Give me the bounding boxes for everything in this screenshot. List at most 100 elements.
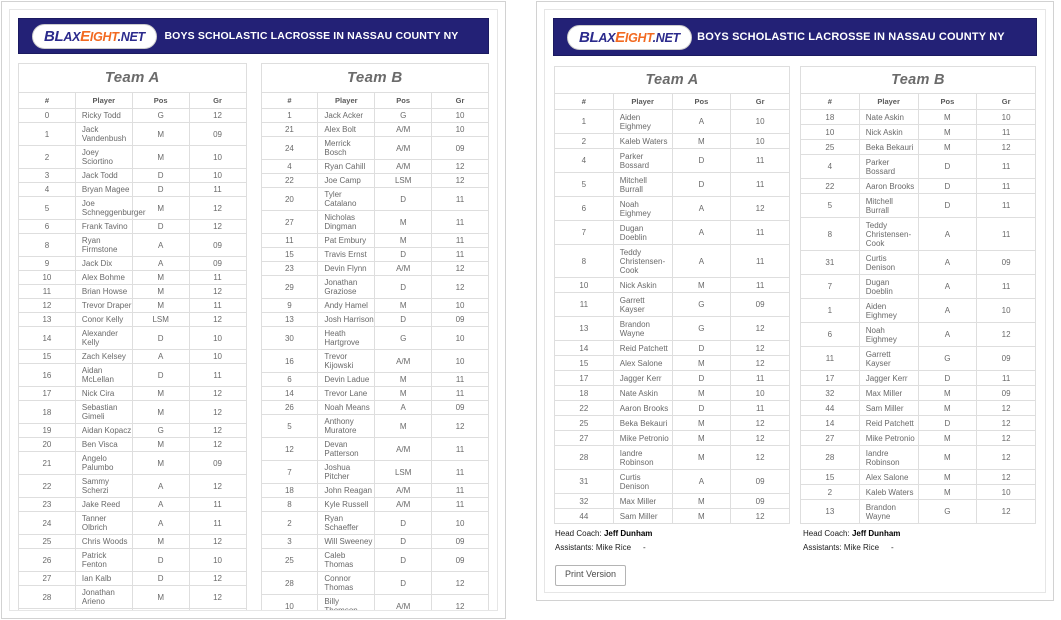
- table-row[interactable]: 27 Mike Petronio M 12: [554, 430, 790, 446]
- table-row[interactable]: 14 Alexander Kelly D 10: [18, 326, 247, 350]
- table-row[interactable]: 21 Angelo Palumbo M 09: [18, 451, 247, 475]
- table-row[interactable]: 28 Connor Thomas D 12: [260, 571, 489, 595]
- table-row[interactable]: 11 Garrett Kayser G 09: [800, 346, 1036, 371]
- table-row[interactable]: 24 Merrick Bosch A/M 09: [260, 136, 489, 160]
- table-row[interactable]: 5 Mitchell Burrall D 11: [554, 172, 790, 197]
- table-row[interactable]: 25 Beka Bekauri M 12: [800, 139, 1036, 155]
- table-row[interactable]: 25 Chris Woods M 12: [18, 534, 247, 549]
- table-row[interactable]: 10 Nick Askin M 11: [554, 277, 790, 293]
- table-row[interactable]: 29 Jonathan Graziose D 12: [260, 275, 489, 299]
- table-row[interactable]: 7 Joshua Pitcher LSM 11: [260, 460, 489, 484]
- table-row[interactable]: 25 Beka Bekauri M 12: [554, 415, 790, 431]
- col-number[interactable]: #: [800, 93, 860, 110]
- table-row[interactable]: 11 Garrett Kayser G 09: [554, 292, 790, 317]
- table-row[interactable]: 8 Teddy Christensen-Cook A 11: [800, 217, 1036, 251]
- table-row[interactable]: 1 Aiden Eighmey A 10: [554, 109, 790, 134]
- table-row[interactable]: 26 Noah Means A 09: [260, 400, 489, 415]
- table-row[interactable]: 10 Billy Thomson A/M 12: [260, 594, 489, 610]
- table-row[interactable]: 8 Ryan Firmstone A 09: [18, 233, 247, 257]
- table-row[interactable]: 8 Kyle Russell A/M 11: [260, 497, 489, 512]
- table-row[interactable]: 15 Travis Ernst D 11: [260, 247, 489, 262]
- table-row[interactable]: 27 Nicholas Dingman M 11: [260, 210, 489, 234]
- table-row[interactable]: 22 Aaron Brooks D 11: [800, 178, 1036, 194]
- table-row[interactable]: 18 Nate Askin M 10: [554, 385, 790, 401]
- table-row[interactable]: 16 Trevor Kijowski A/M 10: [260, 349, 489, 373]
- table-row[interactable]: 26 Patrick Fenton D 10: [18, 548, 247, 572]
- blaxeight-logo[interactable]: BLAXEIGHT.NET: [567, 24, 692, 50]
- table-row[interactable]: 14 Reid Patchett D 12: [554, 340, 790, 356]
- table-row[interactable]: 18 Sebastian Gimeli M 12: [18, 400, 247, 424]
- table-row[interactable]: 32 Max Miller M 09: [554, 493, 790, 509]
- col-number[interactable]: #: [554, 93, 614, 110]
- table-row[interactable]: 5 Mitchell Burrall D 11: [800, 193, 1036, 218]
- col-player[interactable]: Player: [858, 93, 919, 110]
- table-row[interactable]: 0 Ricky Todd G 12: [18, 108, 247, 123]
- col-position[interactable]: Pos: [131, 92, 190, 109]
- table-row[interactable]: 13 Brandon Wayne G 12: [800, 499, 1036, 524]
- table-row[interactable]: 22 Joe Camp LSM 12: [260, 173, 489, 188]
- table-row[interactable]: 28 Iandre Robinson M 12: [800, 445, 1036, 470]
- table-row[interactable]: 14 Trevor Lane M 11: [260, 386, 489, 401]
- table-row[interactable]: 18 John Reagan A/M 11: [260, 483, 489, 498]
- table-row[interactable]: 44 Sam Miller M 12: [800, 400, 1036, 416]
- table-row[interactable]: 1 Jack Vandenbush M 09: [18, 122, 247, 146]
- table-row[interactable]: 31 Curtis Denison A 09: [554, 469, 790, 494]
- col-player[interactable]: Player: [612, 93, 673, 110]
- table-row[interactable]: 11 Pat Embury M 11: [260, 233, 489, 248]
- table-row[interactable]: 11 Brian Howse M 12: [18, 284, 247, 299]
- col-player[interactable]: Player: [317, 92, 376, 109]
- table-row[interactable]: 30 Heath Hartgrove G 10: [260, 326, 489, 350]
- table-row[interactable]: 15 Alex Salone M 12: [800, 469, 1036, 485]
- col-position[interactable]: Pos: [374, 92, 433, 109]
- col-grade[interactable]: Gr: [730, 93, 790, 110]
- table-row[interactable]: 19 Aidan Kopacz G 12: [18, 423, 247, 438]
- table-row[interactable]: 4 Parker Bossard D 11: [800, 154, 1036, 179]
- table-row[interactable]: 22 Aaron Brooks D 11: [554, 400, 790, 416]
- table-row[interactable]: 18 Nate Askin M 10: [800, 109, 1036, 125]
- table-row[interactable]: 6 Noah Eighmey A 12: [800, 322, 1036, 347]
- table-row[interactable]: 21 Alex Bolt A/M 10: [260, 122, 489, 137]
- table-row[interactable]: 6 Noah Eighmey A 12: [554, 196, 790, 221]
- table-row[interactable]: 17 Jagger Kerr D 11: [800, 370, 1036, 386]
- table-row[interactable]: 4 Bryan Magee D 11: [18, 182, 247, 197]
- table-row[interactable]: 22 Sammy Scherzi A 12: [18, 474, 247, 498]
- col-grade[interactable]: Gr: [188, 92, 247, 109]
- table-row[interactable]: 23 Jake Reed A 11: [18, 497, 247, 512]
- table-row[interactable]: 13 Conor Kelly LSM 12: [18, 312, 247, 327]
- table-row[interactable]: 8 Teddy Christensen-Cook A 11: [554, 244, 790, 278]
- table-row[interactable]: 15 Alex Salone M 12: [554, 355, 790, 371]
- table-row[interactable]: 31 Curtis Denison A 09: [800, 250, 1036, 275]
- table-row[interactable]: 9 Andy Hamel M 10: [260, 298, 489, 313]
- table-row[interactable]: 17 Nick Cira M 12: [18, 386, 247, 401]
- table-row[interactable]: 24 Tanner Olbrich A 11: [18, 511, 247, 535]
- table-row[interactable]: 14 Reid Patchett D 12: [800, 415, 1036, 431]
- table-row[interactable]: 3 Jack Todd D 10: [18, 168, 247, 183]
- table-row[interactable]: 10 Nick Askin M 11: [800, 124, 1036, 140]
- table-row[interactable]: 6 Devin Ladue M 11: [260, 372, 489, 387]
- table-row[interactable]: 2 Ryan Schaeffer D 10: [260, 511, 489, 535]
- table-row[interactable]: 5 Joe Schneggenburger M 12: [18, 196, 247, 220]
- col-player[interactable]: Player: [74, 92, 133, 109]
- col-grade[interactable]: Gr: [431, 92, 489, 109]
- col-number[interactable]: #: [260, 92, 319, 109]
- table-row[interactable]: 28 Iandre Robinson M 12: [554, 445, 790, 470]
- table-row[interactable]: 44 Sam Miller M 12: [554, 508, 790, 524]
- table-row[interactable]: 2 Kaleb Waters M 10: [800, 484, 1036, 500]
- table-row[interactable]: 1 Aiden Eighmey A 10: [800, 298, 1036, 323]
- table-row[interactable]: 23 Devin Flynn A/M 12: [260, 261, 489, 276]
- table-row[interactable]: 27 Ian Kalb D 12: [18, 571, 247, 586]
- col-grade[interactable]: Gr: [976, 93, 1036, 110]
- table-row[interactable]: 27 Mike Petronio M 12: [800, 430, 1036, 446]
- table-row[interactable]: 2 Joey Sciortino M 10: [18, 145, 247, 169]
- col-number[interactable]: #: [18, 92, 76, 109]
- table-row[interactable]: 20 Ben Visca M 12: [18, 437, 247, 452]
- print-version-button[interactable]: Print Version: [555, 565, 627, 586]
- table-row[interactable]: 12 Devan Patterson A/M 11: [260, 437, 489, 461]
- table-row[interactable]: 32 Max Miller M 09: [800, 385, 1036, 401]
- table-row[interactable]: 3 Will Sweeney D 09: [260, 534, 489, 549]
- table-row[interactable]: 2 Kaleb Waters M 10: [554, 133, 790, 149]
- table-row[interactable]: 29Kyle MelitoD12: [18, 608, 247, 610]
- table-row[interactable]: 10 Alex Bohme M 11: [18, 270, 247, 285]
- table-row[interactable]: 7 Dugan Doeblin A 11: [554, 220, 790, 245]
- table-row[interactable]: 16 Aidan McLellan D 11: [18, 363, 247, 387]
